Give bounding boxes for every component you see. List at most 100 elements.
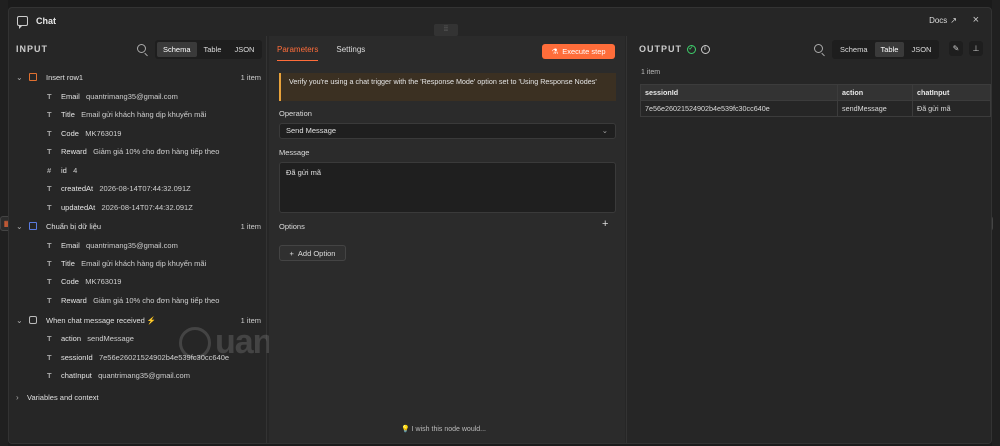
drag-handle[interactable]: ⁞⁞ <box>434 24 458 36</box>
field-value: Giảm giá 10% cho đơn hàng tiếp theo <box>93 146 220 156</box>
docs-link[interactable]: Docs ↗ <box>929 16 957 25</box>
table-cell[interactable]: 7e56e26021524902b4e539fc30cc640e <box>640 100 838 117</box>
field-row: T Email quantrimang35@gmail.com <box>9 236 267 254</box>
field-key-text: Email <box>61 91 80 101</box>
string-type-icon: T <box>47 91 52 101</box>
string-type-icon: T <box>47 109 52 119</box>
output-tab-table[interactable]: Table <box>874 42 905 57</box>
field-key-text: Reward <box>61 146 87 156</box>
node-name: When chat message received <box>46 315 145 325</box>
operation-value: Send Message <box>286 126 337 135</box>
output-tab-schema[interactable]: Schema <box>834 42 874 57</box>
number-type-icon: # <box>47 165 52 175</box>
field-key-text: sessionId <box>61 352 93 362</box>
string-type-icon: T <box>47 183 52 193</box>
close-icon[interactable]: × <box>973 14 979 26</box>
pin-icon[interactable]: ⊥ <box>969 41 983 56</box>
operation-label: Operation <box>279 109 312 118</box>
field-key-text: updatedAt <box>61 202 96 212</box>
message-input[interactable]: Đã gửi mã <box>279 162 616 213</box>
wish-text: I wish this node would... <box>411 426 486 433</box>
column-header[interactable]: chatInput <box>912 84 991 101</box>
string-type-icon: T <box>47 146 52 156</box>
field-key[interactable]: action sendMessage <box>61 334 134 343</box>
column-header[interactable]: sessionId <box>640 84 838 101</box>
field-key[interactable]: Code MK763019 <box>61 129 121 138</box>
field-row: TupdatedAt 2026-08-14T07:44:32.091Z <box>9 198 267 216</box>
field-key-text: Code <box>61 128 79 138</box>
node-modal: Chat Docs ↗ × ⁞⁞ INPUT Schema Table JSON … <box>8 7 992 444</box>
node-name: Chuẩn bị dữ liệu <box>46 221 102 231</box>
tab-parameters[interactable]: Parameters <box>277 45 319 61</box>
variables-and-context[interactable]: › Variables and context <box>9 388 267 406</box>
chevron-down-icon[interactable]: ⌄ <box>16 73 23 82</box>
node-chuan-bi-du-lieu[interactable]: ⌄ Chuẩn bị dữ liệu 1 item <box>9 217 267 235</box>
chevron-down-icon: ⌄ <box>601 126 608 135</box>
table-cell[interactable]: sendMessage <box>837 100 913 117</box>
modal-title: Chat <box>36 16 56 26</box>
operation-select[interactable]: Send Message ⌄ <box>279 123 616 139</box>
field-key[interactable]: Email quantrimang35@gmail.com <box>61 92 178 101</box>
field-key[interactable]: Reward Giảm giá 10% cho đơn hàng tiếp th… <box>61 296 219 305</box>
string-type-icon: T <box>47 276 52 286</box>
field-value: 2026-08-14T07:44:32.091Z <box>101 202 193 212</box>
field-value: sendMessage <box>87 333 134 343</box>
field-value: quantrimang35@gmail.com <box>86 91 178 101</box>
notice-banner: Verify you're using a chat trigger with … <box>279 73 616 101</box>
input-tab-table[interactable]: Table <box>198 42 228 57</box>
column-header[interactable]: action <box>837 84 913 101</box>
field-key[interactable]: createdAt 2026-08-14T07:44:32.091Z <box>61 184 191 193</box>
input-tab-json[interactable]: JSON <box>228 42 260 57</box>
add-option-button[interactable]: + Add Option <box>279 245 346 261</box>
field-key-text: action <box>61 333 82 343</box>
field-value: 7e56e26021524902b4e539fc30cc640e <box>98 352 230 362</box>
plus-icon: + <box>289 248 294 258</box>
edit-node-icon <box>29 222 37 230</box>
chevron-right-icon[interactable]: › <box>16 393 19 402</box>
input-tab-schema[interactable]: Schema <box>157 42 197 57</box>
field-row: T Reward Giảm giá 10% cho đơn hàng tiếp t… <box>9 291 267 309</box>
input-view-tabs: Schema Table JSON <box>155 40 263 59</box>
tab-settings[interactable]: Settings <box>336 45 365 54</box>
execute-step-button[interactable]: ⚗ Execute step <box>542 44 615 59</box>
field-key[interactable]: chatInput quantrimang35@gmail.com <box>61 371 190 380</box>
field-key-text: Email <box>61 240 80 250</box>
field-key[interactable]: updatedAt 2026-08-14T07:44:32.091Z <box>61 203 193 212</box>
chevron-down-icon[interactable]: ⌄ <box>16 316 23 325</box>
field-key[interactable]: Code MK763019 <box>61 277 121 286</box>
search-icon[interactable] <box>814 44 823 53</box>
chevron-down-icon[interactable]: ⌄ <box>16 222 23 231</box>
field-key[interactable]: id 4 <box>61 166 77 175</box>
input-pane: INPUT Schema Table JSON ⌄ Insert row1 1 … <box>9 36 391 443</box>
info-icon[interactable]: i <box>701 44 710 54</box>
add-option-label: Add Option <box>297 248 336 258</box>
output-tab-json[interactable]: JSON <box>905 42 937 57</box>
plus-icon[interactable]: + <box>602 218 608 230</box>
chat-node-icon <box>29 316 37 324</box>
docs-label: Docs <box>929 16 948 25</box>
output-header: OUTPUT ✓ i <box>639 44 710 54</box>
field-key-text: createdAt <box>61 183 94 193</box>
field-row: T Title Email gửi khách hàng dịp khuyến m… <box>9 254 267 272</box>
field-key[interactable]: Email quantrimang35@gmail.com <box>61 241 178 250</box>
feedback-link[interactable]: 💡 I wish this node would... <box>401 425 486 433</box>
table-cell[interactable]: Đã gửi mã <box>912 100 991 117</box>
field-key[interactable]: Title Email gửi khách hàng dịp khuyến mã… <box>61 259 206 268</box>
node-count: 1 item <box>240 221 261 231</box>
field-key[interactable]: Reward Giảm giá 10% cho đơn hàng tiếp th… <box>61 147 219 156</box>
edit-pencil-icon[interactable]: ✎ <box>949 41 963 56</box>
output-view-tabs: Schema Table JSON <box>832 40 940 59</box>
table-header-row: sessionId action chatInput <box>640 84 991 101</box>
string-type-icon: T <box>47 333 52 343</box>
node-insert-row1[interactable]: ⌄ Insert row1 1 item <box>9 68 267 86</box>
search-icon[interactable] <box>137 44 146 53</box>
string-type-icon: T <box>47 352 52 362</box>
input-title: INPUT <box>16 44 48 54</box>
field-row: TcreatedAt 2026-08-14T07:44:32.091Z <box>9 179 267 197</box>
field-value: Email gửi khách hàng dịp khuyến mãi <box>81 109 207 119</box>
string-type-icon: T <box>47 370 52 380</box>
field-key[interactable]: Title Email gửi khách hàng dịp khuyến mã… <box>61 110 206 119</box>
lightbulb-icon: 💡 <box>401 426 410 433</box>
param-tabs: Parameters Settings <box>277 45 365 61</box>
chat-icon <box>17 16 28 29</box>
